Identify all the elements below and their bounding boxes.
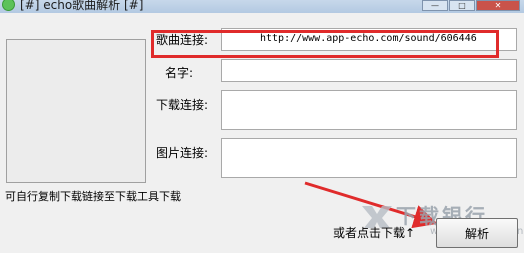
parse-button[interactable]: 解析 xyxy=(436,218,518,248)
click-download-link[interactable]: 或者点击下载↑ xyxy=(333,224,415,241)
annotation-arrow xyxy=(304,181,438,229)
